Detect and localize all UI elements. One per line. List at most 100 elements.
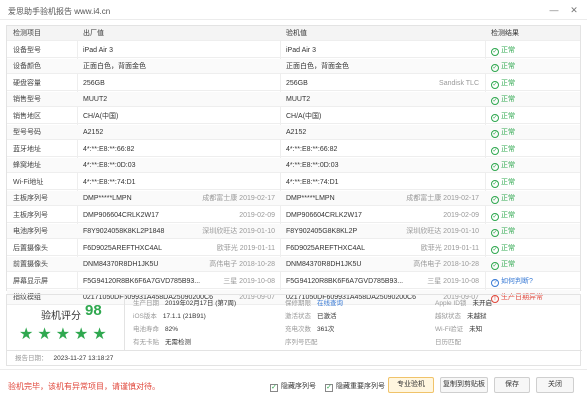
check-extra: 高伟电子 2018-10-28 [413, 261, 479, 268]
table-row: 蜂窝地址 4*:**:E8:**:0D:03 4*:**:E8:**:0D:03 ✓ 正… [7, 158, 580, 174]
check-value: 4*:**:E8:**:0D:03 [286, 162, 339, 169]
factory-value: F8Y9024058K8KL2P1848 [83, 228, 165, 235]
factory-value: 正面白色，背面金色 [83, 63, 146, 70]
table-row: 设备颜色 正面白色，背面金色 正面白色，背面金色 ✓ 正常 [7, 59, 580, 75]
summary-item: 电池寿命 82% [133, 326, 178, 334]
checkbox-label: 隐藏序列号 [281, 383, 316, 390]
summary-item[interactable]: 保修期限 在线查询 [285, 300, 343, 308]
check-extra: Sandisk TLC [439, 79, 479, 87]
summary-value: 已激活 [317, 313, 337, 320]
close-window-button[interactable]: ✕ [568, 4, 580, 16]
item-name: 型号号码 [13, 129, 41, 136]
table-row: 蓝牙地址 4*:**:E8:**:66:82 4*:**:E8:**:66:82 ✓ 正… [7, 142, 580, 157]
rating-stars: ★★★★★ [19, 326, 111, 343]
check-value: DMP906604CRLK2W17 [286, 211, 362, 219]
check-value: 4*:**:E8:**:74:D1 [286, 178, 339, 186]
check-circle-icon: ✓ [491, 262, 499, 270]
checkbox-box: ✓ [270, 384, 278, 392]
result-cell: ✓ 正常 [491, 146, 515, 155]
check-circle-icon: ✓ [491, 47, 499, 56]
item-name: 设备型号 [13, 46, 41, 54]
table-row: 主板序列号 DMP906604CRLK2W17 2019-02-09 DMP90660… [7, 208, 580, 223]
summary-value: 17.1.1 (21B91) [162, 313, 206, 320]
summary-item: iOS版本 17.1.1 (21B91) [133, 313, 206, 321]
result-cell[interactable]: ? 如何判断? [491, 278, 533, 287]
summary-value: 82% [165, 326, 179, 333]
save-button[interactable]: 保存 [494, 377, 530, 393]
result-text: 正常 [501, 46, 515, 54]
result-text: 正常 [501, 261, 515, 268]
title-bar: 爱思助手验机报告 www.i4.cn — ✕ [0, 0, 587, 20]
item-name: 屏幕显示屏 [13, 277, 48, 285]
table-row: 销售地区 CH/A(中国) CH/A(中国) ✓ 正常 [7, 109, 580, 124]
check-circle-icon: ✓ [491, 229, 499, 237]
summary-value: 在线查询 [317, 300, 343, 307]
check-circle-icon: ✓ [491, 212, 499, 221]
report-time-label: 报告日期： [15, 355, 48, 362]
factory-value: iPad Air 3 [83, 46, 113, 54]
minimize-button[interactable]: — [548, 4, 560, 16]
check-circle-icon: ✓ [491, 64, 499, 72]
summary-item: 日历匹配 [435, 339, 467, 347]
result-text: 正常 [501, 63, 515, 70]
result-cell: ✓ 正常 [491, 228, 515, 237]
factory-value: 256GB [83, 79, 105, 87]
hide-serial-checkbox[interactable]: ✓ 隐藏序列号 [270, 381, 316, 392]
header-result: 检测结果 [491, 30, 519, 37]
item-name: 后置摄像头 [13, 244, 48, 252]
check-circle-icon: ✓ [491, 130, 499, 138]
result-text: 正常 [501, 96, 515, 103]
result-text: 正常 [501, 228, 515, 235]
result-cell: ✓ 正常 [491, 261, 515, 270]
check-extra: 深圳欣旺达 2019-01-10 [406, 228, 479, 235]
summary-key: 越狱状态 [435, 313, 461, 320]
result-text: 正常 [501, 244, 515, 252]
check-circle-icon: ✓ [491, 97, 499, 105]
question-circle-icon: ? [491, 278, 499, 287]
summary-panel: 验机评分 98 ★★★★★ 生产日期 2019年02月17日 (第7周) 保修期限在… [6, 294, 582, 366]
summary-item: Apple ID锁 未开启 [435, 300, 492, 308]
close-button[interactable]: 关闭 [536, 377, 574, 393]
check-value: 正面白色，背面金色 [286, 63, 349, 70]
factory-value: F6D9025AREFTHXC4AL [83, 244, 162, 252]
summary-value: 未知 [469, 326, 483, 333]
check-circle-icon: ✓ [491, 196, 499, 204]
summary-key: 日历匹配 [435, 339, 461, 346]
report-time-row: 报告日期： 2023-11-27 13:18:27 [7, 350, 582, 365]
summary-value: 未开启 [472, 300, 492, 307]
factory-value: CH/A(中国) [83, 112, 119, 120]
pro-check-button[interactable]: 专业验机 [388, 377, 434, 393]
result-cell: ✓ 正常 [491, 63, 515, 72]
item-name: 销售地区 [13, 112, 41, 120]
check-value: A2152 [286, 129, 307, 136]
result-cell: ✓ 正常 [491, 245, 515, 254]
summary-value: 未越狱 [467, 313, 487, 320]
check-circle-icon: ✓ [491, 245, 499, 254]
factory-value: 4*:**:E8:**:74:D1 [83, 178, 136, 186]
result-cell: ✓ 正常 [491, 162, 515, 171]
summary-item: 序列号匹配 [285, 339, 324, 347]
copy-clipboard-button[interactable]: 复制到剪贴板 [440, 377, 488, 393]
check-value: MUUT2 [286, 96, 311, 103]
result-text: 正常 [501, 195, 515, 202]
header-check: 验机值 [286, 30, 307, 37]
summary-key: 充电次数 [285, 326, 311, 333]
score-label: 验机评分 [41, 311, 81, 322]
check-value: DNM84370R8DH1JK5U [286, 261, 362, 268]
summary-item: Wi-Fi验证 未知 [435, 326, 482, 334]
hide-important-serial-checkbox[interactable]: ✓ 隐藏重要序列号 [325, 381, 385, 392]
result-text: 正常 [501, 162, 515, 169]
result-text: 正常 [501, 145, 515, 153]
summary-key: iOS版本 [133, 313, 157, 320]
factory-value: F5G94120R8BK6F6A7GVD785B93... [83, 277, 201, 285]
factory-value: 4*:**:E8:**:66:82 [83, 145, 135, 153]
table-row: 主板序列号 DMP*****LMPN 成都富士康 2019-02-17 DMP****… [7, 191, 580, 207]
check-circle-icon: ✓ [491, 163, 499, 171]
result-text: 正常 [501, 112, 515, 120]
result-cell: ✓ 正常 [491, 195, 515, 204]
report-time: 报告日期： 2023-11-27 13:18:27 [15, 355, 113, 363]
factory-extra: 三星 2019-10-08 [223, 277, 275, 285]
header-item: 检测项目 [13, 30, 41, 37]
check-value: DMP*****LMPN [286, 195, 335, 202]
report-time-value: 2023-11-27 13:18:27 [53, 355, 114, 362]
